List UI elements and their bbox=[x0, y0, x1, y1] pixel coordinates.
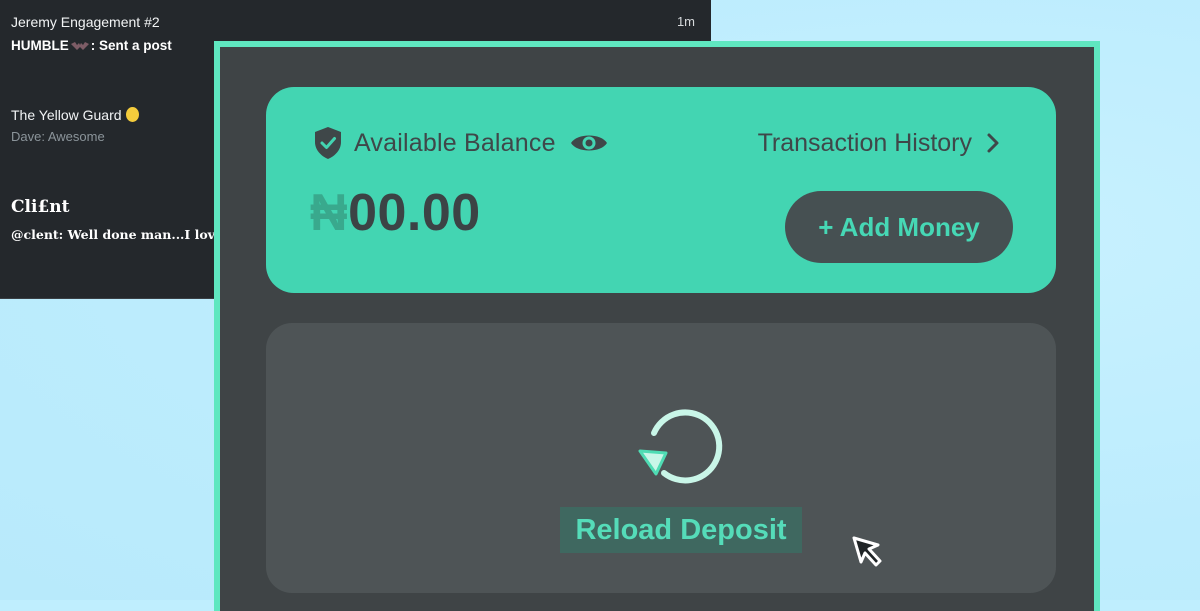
add-money-button[interactable]: + Add Money bbox=[785, 191, 1013, 263]
chat-list-item[interactable]: Cli£nt @clent: Well done man...I love it bbox=[11, 197, 238, 242]
balance-card: Available Balance Transaction History ₦0… bbox=[266, 87, 1056, 293]
reload-deposit-panel: Reload Deposit bbox=[266, 323, 1056, 593]
chat-title: The Yellow Guard bbox=[11, 107, 139, 123]
balance-amount: ₦00.00 bbox=[310, 183, 481, 243]
reload-deposit-button[interactable]: Reload Deposit bbox=[560, 507, 802, 553]
chat-title: Cli£nt bbox=[11, 197, 70, 217]
yellow-circle-emoji-icon bbox=[125, 107, 139, 122]
mouse-cursor-icon bbox=[852, 536, 882, 567]
currency-symbol: ₦ bbox=[310, 184, 349, 242]
chat-title: Jeremy Engagement #2 bbox=[11, 14, 160, 30]
chat-preview-text: : Sent a post bbox=[90, 38, 172, 53]
wallet-card: Available Balance Transaction History ₦0… bbox=[214, 41, 1100, 611]
available-balance-label: Available Balance bbox=[354, 128, 556, 157]
chat-timestamp: 1m bbox=[676, 14, 695, 29]
balance-header: Available Balance bbox=[312, 125, 608, 161]
transaction-history-label: Transaction History bbox=[757, 128, 972, 157]
transaction-history-link[interactable]: Transaction History bbox=[758, 125, 1000, 161]
chat-preview-sender: HUMBLE bbox=[11, 38, 69, 53]
chevron-right-icon bbox=[987, 133, 999, 153]
chat-preview: @clent: Well done man...I love it bbox=[11, 227, 238, 242]
refresh-icon[interactable] bbox=[634, 399, 726, 491]
chat-title-text: The Yellow Guard bbox=[11, 107, 122, 123]
chat-list-item[interactable]: The Yellow Guard Dave: Awesome bbox=[11, 107, 139, 144]
bat-emoji-icon bbox=[70, 42, 89, 50]
balance-value: 00.00 bbox=[348, 184, 481, 242]
shield-check-icon bbox=[315, 127, 341, 159]
eye-icon[interactable] bbox=[570, 130, 608, 156]
chat-preview: Dave: Awesome bbox=[11, 129, 105, 144]
